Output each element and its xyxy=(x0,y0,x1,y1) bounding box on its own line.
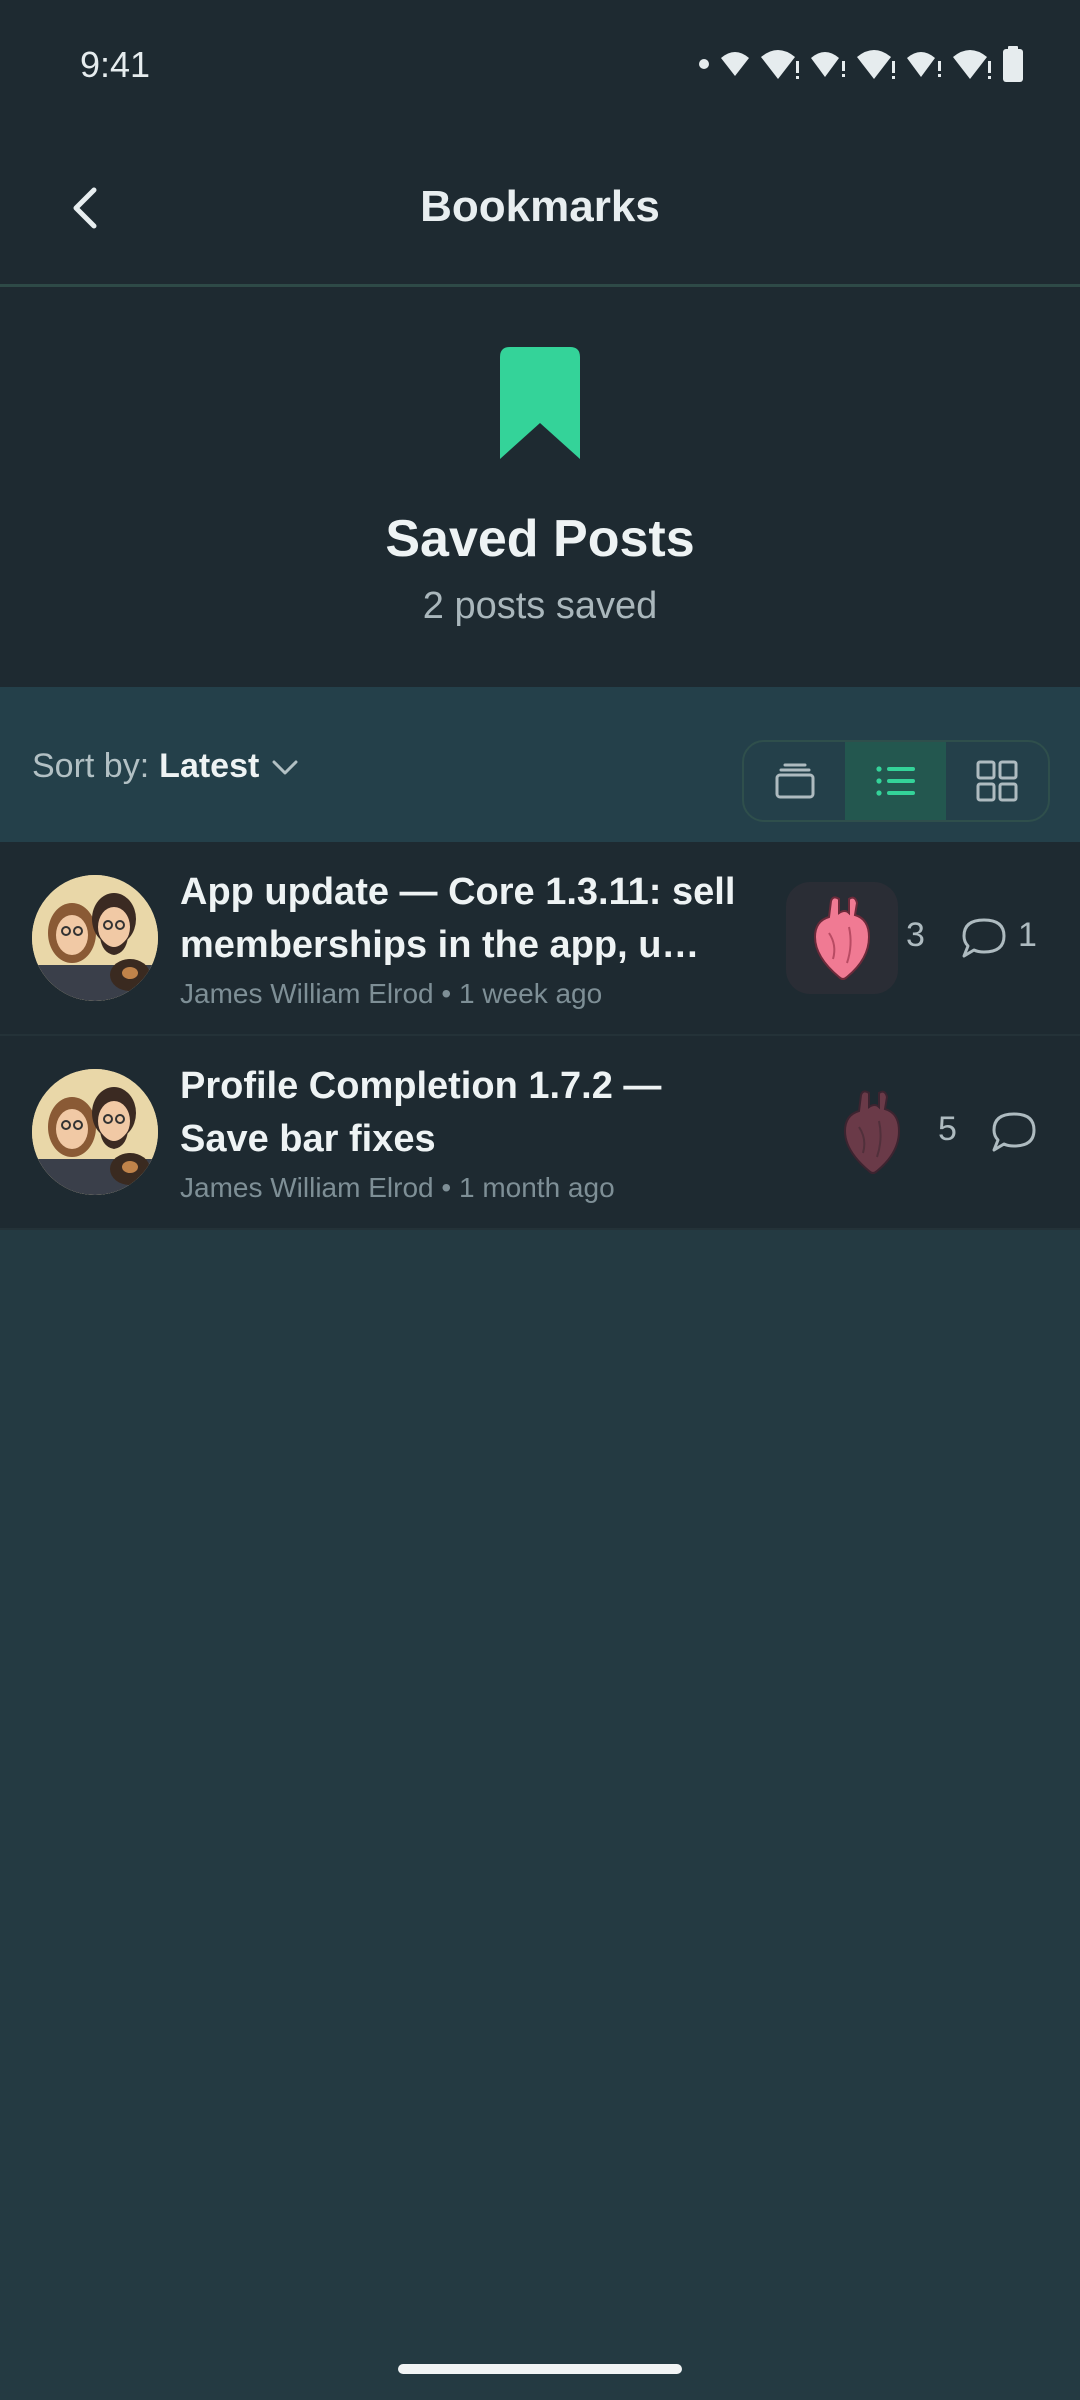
post-meta: James William Elrod • 1 week ago xyxy=(180,978,602,1010)
page-title: Bookmarks xyxy=(420,182,660,231)
wifi-icon xyxy=(857,50,895,79)
status-bar: 9:41 xyxy=(0,0,1080,130)
grid-view-button[interactable] xyxy=(946,742,1047,820)
grid-icon xyxy=(976,760,1017,802)
avatar-illustration-icon xyxy=(32,875,158,1001)
battery-icon xyxy=(1003,46,1023,82)
list-icon xyxy=(875,766,915,796)
sort-toolbar: Sort by: Latest xyxy=(0,687,1080,842)
list-item[interactable]: Profile Completion 1.7.2 — Save bar fixe… xyxy=(0,1036,1080,1230)
status-time: 9:41 xyxy=(80,44,151,85)
sort-label: Sort by: xyxy=(32,747,150,785)
status-icons xyxy=(698,46,1024,82)
post-time: 1 week ago xyxy=(458,978,603,1009)
reaction-count: 5 xyxy=(938,1110,957,1148)
post-author: James William Elrod xyxy=(180,1172,434,1203)
chevron-down-icon xyxy=(272,760,298,774)
cards-stack-icon xyxy=(775,763,814,799)
anatomical-heart-icon xyxy=(843,1090,901,1174)
saved-posts-title: Saved Posts xyxy=(385,510,695,568)
post-author: James William Elrod xyxy=(180,978,434,1009)
saved-posts-header: Saved Posts 2 posts saved xyxy=(0,287,1080,687)
saved-posts-count: 2 posts saved xyxy=(422,585,658,627)
bookmark-icon xyxy=(500,347,580,459)
reaction-button[interactable] xyxy=(786,882,898,994)
comment-icon[interactable] xyxy=(960,916,1008,960)
wifi-icon xyxy=(811,52,845,77)
wifi-icon xyxy=(907,52,941,77)
view-mode-toggle xyxy=(742,740,1050,822)
sort-value: Latest xyxy=(159,747,260,785)
card-view-button[interactable] xyxy=(744,742,845,820)
avatar[interactable] xyxy=(32,875,158,1001)
post-title[interactable]: Profile Completion 1.7.2 — Save bar fixe… xyxy=(180,1060,760,1166)
bookmarks-list: App update — Core 1.3.11: sell membershi… xyxy=(0,842,1080,1230)
reaction-button[interactable] xyxy=(834,1082,910,1182)
sort-dropdown[interactable]: Sort by: Latest xyxy=(32,747,301,786)
avatar[interactable] xyxy=(32,1069,158,1195)
reaction-count: 3 xyxy=(906,916,925,954)
comment-count: 1 xyxy=(1018,916,1037,954)
post-title[interactable]: App update — Core 1.3.11: sell membershi… xyxy=(180,866,760,972)
avatar-illustration-icon xyxy=(32,1069,158,1195)
list-view-button[interactable] xyxy=(845,742,946,820)
anatomical-heart-icon xyxy=(813,896,871,980)
wifi-icon xyxy=(761,50,799,79)
app-bar: Bookmarks xyxy=(0,130,1080,287)
wifi-icon xyxy=(953,50,991,79)
list-item[interactable]: App update — Core 1.3.11: sell membershi… xyxy=(0,842,1080,1036)
home-indicator[interactable] xyxy=(398,2364,682,2374)
post-meta: James William Elrod • 1 month ago xyxy=(180,1172,615,1204)
comment-icon[interactable] xyxy=(990,1110,1038,1154)
notification-dot-icon xyxy=(699,59,709,69)
meta-separator: • xyxy=(441,978,459,1009)
wifi-icon xyxy=(721,52,749,76)
meta-separator: • xyxy=(441,1172,459,1203)
post-time: 1 month ago xyxy=(458,1172,615,1203)
